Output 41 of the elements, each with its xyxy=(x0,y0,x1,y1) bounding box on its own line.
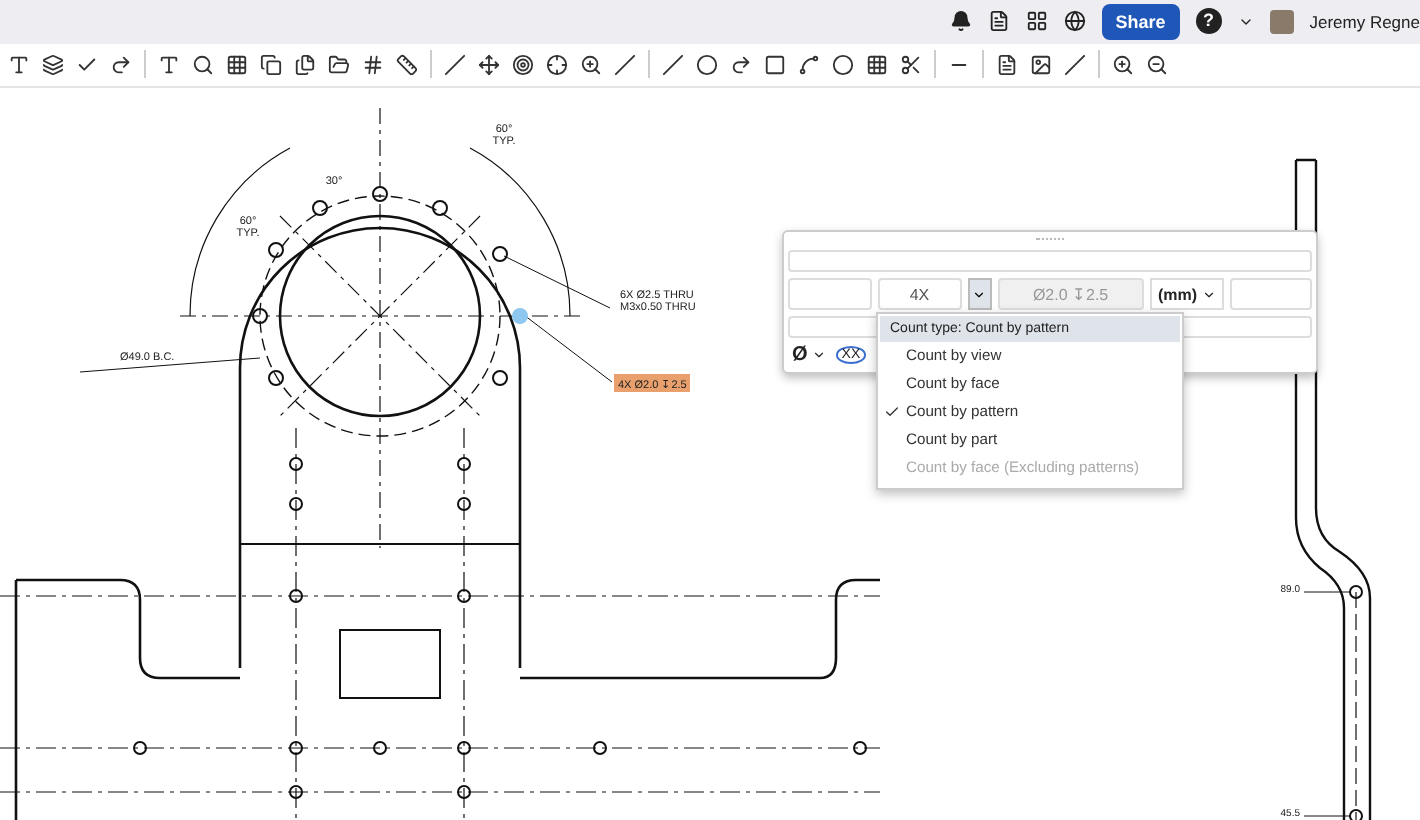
check-icon[interactable] xyxy=(76,53,98,76)
user-name[interactable]: Jeremy Regne xyxy=(1309,11,1420,32)
folder-icon[interactable] xyxy=(328,53,350,76)
suffix-field[interactable] xyxy=(1229,278,1313,310)
move-icon[interactable] xyxy=(478,53,500,76)
caret-icon xyxy=(972,287,987,301)
units-dropdown[interactable]: (mm) xyxy=(1149,278,1223,310)
text-icon[interactable] xyxy=(158,53,180,76)
globe-icon[interactable] xyxy=(1063,10,1086,33)
caret-icon xyxy=(1201,287,1215,301)
documents-icon[interactable] xyxy=(294,53,316,76)
share-button[interactable]: Share xyxy=(1101,3,1180,40)
help-button[interactable]: ? xyxy=(1195,8,1222,35)
scissors-icon[interactable] xyxy=(900,53,922,76)
symbol-dropdown[interactable]: Ø xyxy=(788,344,830,366)
circle-icon[interactable] xyxy=(696,53,718,76)
apps-icon[interactable] xyxy=(1025,10,1048,33)
zoom-out-icon[interactable] xyxy=(1146,53,1168,76)
document-icon[interactable] xyxy=(260,53,282,76)
notification-icon[interactable] xyxy=(949,10,972,33)
arrow-icon[interactable] xyxy=(110,53,132,76)
caret-icon xyxy=(811,348,826,362)
text-box-icon[interactable] xyxy=(8,53,30,76)
line-icon[interactable] xyxy=(444,53,466,76)
image-icon[interactable] xyxy=(1030,53,1052,76)
ruler-icon[interactable] xyxy=(396,53,418,76)
text-field[interactable] xyxy=(788,250,1312,272)
crosshair-icon[interactable] xyxy=(546,53,568,76)
search-icon[interactable] xyxy=(192,53,214,76)
selection-handle[interactable] xyxy=(512,308,528,324)
drag-handle[interactable] xyxy=(1036,238,1064,244)
document-icon[interactable] xyxy=(987,10,1010,33)
hash-icon[interactable] xyxy=(362,53,384,76)
spline-icon[interactable] xyxy=(798,53,820,76)
avatar xyxy=(1269,9,1294,34)
zoom-in-icon[interactable] xyxy=(1112,53,1134,76)
count-field[interactable]: 4X xyxy=(877,278,962,310)
target-icon[interactable] xyxy=(512,53,534,76)
prefix-field[interactable] xyxy=(788,278,872,310)
rectangle-icon[interactable] xyxy=(764,53,786,76)
table-icon[interactable] xyxy=(226,53,248,76)
